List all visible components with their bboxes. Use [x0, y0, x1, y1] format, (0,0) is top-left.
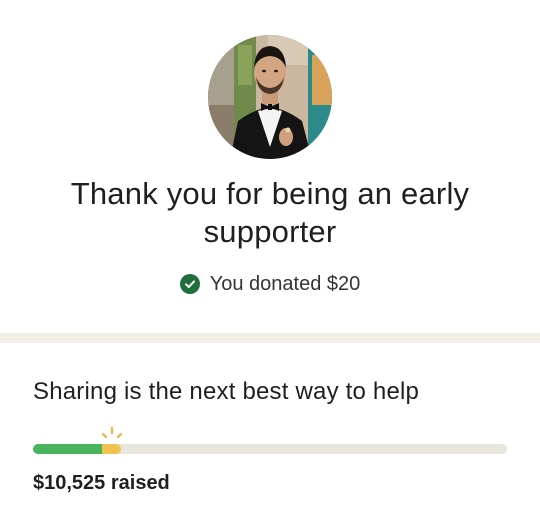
section-divider [0, 333, 540, 343]
amount-raised: $10,525 raised [33, 472, 170, 494]
title-line-1: Thank you for being an early [70, 176, 470, 211]
share-heading: Sharing is the next best way to help [33, 378, 420, 405]
progress-fill [33, 444, 102, 454]
title-line-2: supporter [203, 214, 337, 249]
check-circle-icon [179, 274, 200, 294]
avatar-photo [208, 35, 332, 159]
confirmation-section: Thank you for being an early supporter Y… [0, 0, 540, 333]
progress-recent-donation [102, 444, 121, 454]
sparkle-icon [101, 426, 122, 439]
donation-confirmation: You donated $20 [0, 270, 540, 298]
donated-amount-text: You donated $20 [209, 272, 361, 295]
organizer-avatar [208, 35, 332, 159]
thank-you-title: Thank you for being an early supporter [20, 175, 520, 251]
fundraiser-progress-bar [33, 426, 507, 454]
